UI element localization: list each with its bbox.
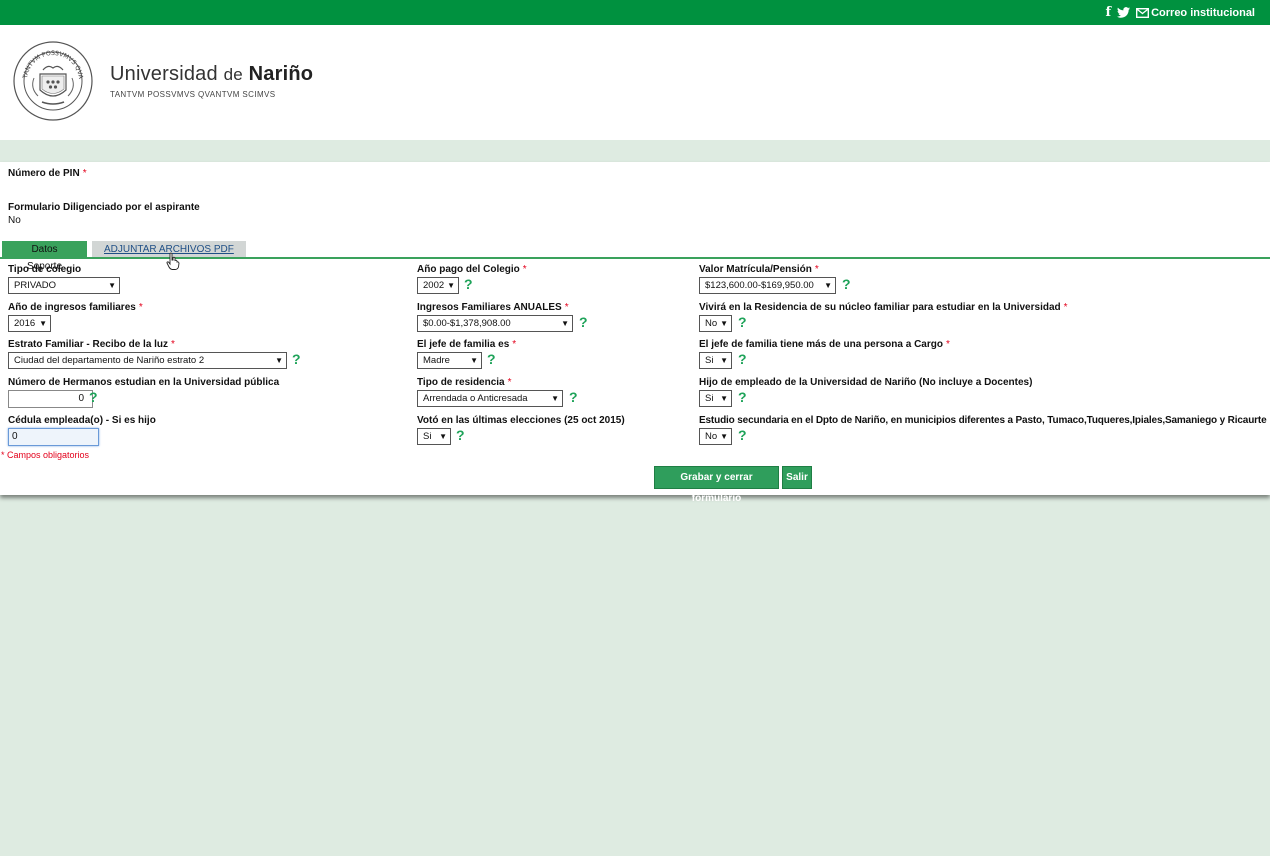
anio-ingresos-value: 2016 — [14, 318, 36, 329]
estrato-select[interactable]: Ciudad del departamento de Nariño estrat… — [8, 352, 287, 369]
tipo-colegio-select[interactable]: PRIVADO ▼ — [8, 277, 120, 294]
estrato-value: Ciudad del departamento de Nariño estrat… — [14, 355, 205, 366]
estrato-help-icon[interactable]: ? — [292, 352, 301, 366]
vivira-select[interactable]: No ▼ — [699, 315, 732, 332]
grabar-cerrar-button[interactable]: Grabar y cerrar formulario — [654, 466, 779, 504]
university-seal-logo[interactable]: TANTVM POSSVMVS QVANTVM SCIMVS — [9, 35, 94, 122]
chevron-down-icon: ▼ — [275, 356, 283, 365]
chevron-down-icon: ▼ — [720, 319, 728, 328]
residencia-help-icon[interactable]: ? — [569, 390, 578, 404]
secundaria-value: No — [705, 431, 718, 442]
tab-datos-soporte[interactable]: Datos Soporte — [2, 241, 87, 272]
hermanos-help-icon[interactable]: ? — [89, 390, 98, 404]
anio-pago-select[interactable]: 2002 ▼ — [417, 277, 459, 294]
anio-pago-help-icon[interactable]: ? — [464, 277, 473, 291]
university-motto: TANTVM POSSVMVS QVANTVM SCIMVS — [110, 90, 276, 99]
chevron-down-icon: ▼ — [551, 394, 559, 403]
diligenciado-value: No — [8, 215, 21, 226]
hand-cursor-icon — [166, 252, 180, 273]
chevron-down-icon: ▼ — [824, 281, 832, 290]
jefe-select[interactable]: Madre ▼ — [417, 352, 482, 369]
ingresos-value: $0.00-$1,378,908.00 — [423, 318, 511, 329]
chevron-down-icon: ▼ — [720, 356, 728, 365]
top-links: f Correo institucional — [1100, 5, 1256, 20]
brand-last: Nariño — [248, 63, 314, 85]
twitter-icon[interactable] — [1117, 7, 1131, 18]
header: TANTVM POSSVMVS QVANTVM SCIMVS Universid… — [0, 25, 1270, 140]
hermanos-label: Número de Hermanos estudian en la Univer… — [8, 377, 280, 388]
form-panel: Número de PIN * Formulario Diligenciado p… — [0, 162, 1270, 504]
ingresos-select[interactable]: $0.00-$1,378,908.00 ▼ — [417, 315, 573, 332]
hijo-empleado-value: Si — [705, 393, 714, 404]
chevron-down-icon: ▼ — [720, 394, 728, 403]
residencia-select[interactable]: Arrendada o Anticresada ▼ — [417, 390, 563, 407]
secundaria-label: Estudio secundaria en el Dpto de Nariño,… — [699, 415, 1267, 426]
pin-label: Número de PIN * — [8, 168, 87, 179]
valor-select[interactable]: $123,600.00-$169,950.00 ▼ — [699, 277, 836, 294]
voto-help-icon[interactable]: ? — [456, 428, 465, 442]
chevron-down-icon: ▼ — [439, 432, 447, 441]
hijo-empleado-select[interactable]: Si ▼ — [699, 390, 732, 407]
brand-first: Universidad — [110, 63, 218, 85]
jefe-label: El jefe de familia es * — [417, 339, 517, 350]
cargo-value: Si — [705, 355, 714, 366]
chevron-down-icon: ▼ — [720, 432, 728, 441]
salir-button[interactable]: Salir — [782, 466, 812, 489]
residencia-label: Tipo de residencia * — [417, 377, 512, 388]
anio-pago-label: Año pago del Colegio * — [417, 264, 527, 275]
cargo-label: El jefe de familia tiene más de una pers… — [699, 339, 950, 350]
anio-pago-value: 2002 — [423, 280, 445, 291]
diligenciado-label: Formulario Diligenciado por el aspirante — [8, 202, 200, 213]
ingresos-help-icon[interactable]: ? — [579, 315, 588, 329]
anio-ingresos-label: Año de ingresos familiares * — [8, 302, 143, 313]
vivira-label: Vivirá en la Residencia de su núcleo fam… — [699, 302, 1068, 313]
top-bar: f Correo institucional — [0, 0, 1270, 25]
chevron-down-icon: ▼ — [470, 356, 478, 365]
campos-obligatorios-note: * Campos obligatorios — [1, 450, 90, 460]
secundaria-help-icon[interactable]: ? — [738, 428, 747, 442]
hijo-empleado-help-icon[interactable]: ? — [738, 390, 747, 404]
jefe-help-icon[interactable]: ? — [487, 352, 496, 366]
cedula-label: Cédula empleada(o) - Si es hijo — [8, 415, 156, 426]
correo-institucional-link[interactable]: Correo institucional — [1151, 7, 1255, 19]
valor-help-icon[interactable]: ? — [842, 277, 851, 291]
vivira-help-icon[interactable]: ? — [738, 315, 747, 329]
mail-icon[interactable] — [1136, 7, 1150, 18]
hijo-empleado-label: Hijo de empleado de la Universidad de Na… — [699, 377, 1033, 388]
secundaria-select[interactable]: No ▼ — [699, 428, 732, 445]
tipo-colegio-label: Tipo de colegio — [8, 264, 82, 275]
residencia-value: Arrendada o Anticresada — [423, 393, 528, 404]
tab-divider — [0, 257, 1270, 259]
university-brand: Universidad de Nariño TANTVM POSSVMVS QV… — [110, 63, 313, 99]
voto-select[interactable]: Si ▼ — [417, 428, 451, 445]
university-name: Universidad de Nariño — [110, 63, 313, 86]
chevron-down-icon: ▼ — [108, 281, 116, 290]
voto-label: Votó en las últimas elecciones (25 oct 2… — [417, 415, 625, 426]
estrato-label: Estrato Familiar - Recibo de la luz * — [8, 339, 175, 350]
vivira-value: No — [705, 318, 718, 329]
voto-value: Si — [423, 431, 432, 442]
chevron-down-icon: ▼ — [447, 281, 455, 290]
facebook-icon[interactable]: f — [1106, 5, 1112, 20]
brand-de: de — [223, 65, 243, 84]
cargo-select[interactable]: Si ▼ — [699, 352, 732, 369]
chevron-down-icon: ▼ — [561, 319, 569, 328]
cargo-help-icon[interactable]: ? — [738, 352, 747, 366]
cedula-input[interactable]: 0 — [8, 428, 99, 446]
ingresos-label: Ingresos Familiares ANUALES * — [417, 302, 569, 313]
tipo-colegio-value: PRIVADO — [14, 280, 57, 291]
valor-value: $123,600.00-$169,950.00 — [705, 280, 814, 291]
hermanos-input[interactable]: 0 — [8, 390, 93, 408]
chevron-down-icon: ▼ — [39, 319, 47, 328]
anio-ingresos-select[interactable]: 2016 ▼ — [8, 315, 51, 332]
valor-label: Valor Matrícula/Pensión * — [699, 264, 819, 275]
jefe-value: Madre — [423, 355, 450, 366]
